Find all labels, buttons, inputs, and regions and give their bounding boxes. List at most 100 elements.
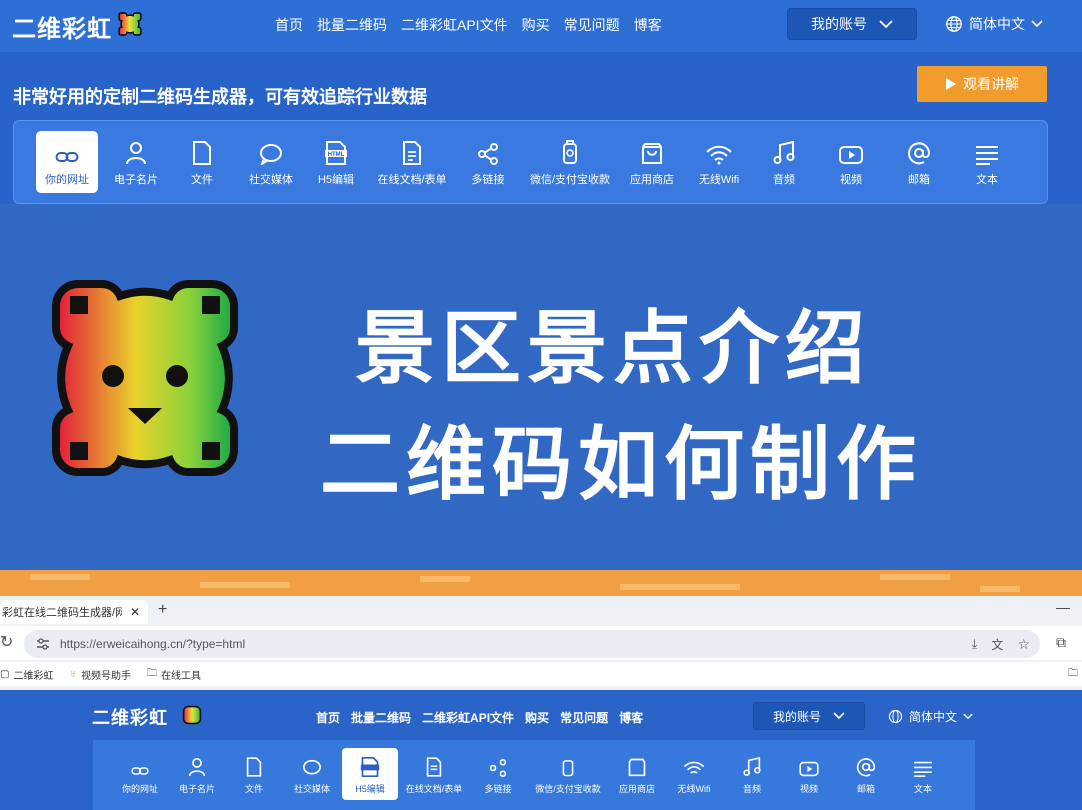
tool-app-store[interactable]: 应用商店 <box>609 748 665 800</box>
band-stripe <box>200 582 290 588</box>
nav-link-batch[interactable]: 批量二维码 <box>317 15 387 35</box>
tool-label: 应用商店 <box>618 784 655 794</box>
svg-text:HTML: HTML <box>328 152 345 158</box>
tool-file[interactable]: 文件 <box>226 748 282 800</box>
tab-title: 彩虹在线二维码生成器/网 <box>2 607 122 619</box>
language-label: 简体中文 <box>909 710 958 724</box>
bookmark-item[interactable]: 🗀 在线工具 <box>147 666 201 683</box>
site-logo-text[interactable]: 二维彩虹 <box>12 9 112 44</box>
language-selector[interactable]: 简体中文 <box>945 14 1043 34</box>
tool-vcard[interactable]: 电子名片 <box>169 748 225 800</box>
tool-social[interactable]: 社交媒体 <box>240 131 302 193</box>
new-tab-icon[interactable]: + <box>158 601 167 619</box>
bookmark-item[interactable]: ♅ 视频号助手 <box>69 667 131 682</box>
close-tab-icon[interactable]: ✕ <box>130 605 140 619</box>
nav-link-home[interactable]: 首页 <box>316 709 340 726</box>
tool-url[interactable]: 你的网址 <box>112 748 168 800</box>
tool-vcard[interactable]: 电子名片 <box>106 131 166 193</box>
music-icon <box>773 141 795 164</box>
tool-online-doc[interactable]: 在线文档/表单 <box>401 748 467 800</box>
tool-url[interactable]: 你的网址 <box>36 131 98 193</box>
nav-link-home[interactable]: 首页 <box>275 15 303 35</box>
nav-link-api[interactable]: 二维彩虹API文件 <box>422 709 514 726</box>
band-stripe <box>620 584 740 590</box>
nav-link-faq[interactable]: 常见问题 <box>564 15 620 35</box>
band-stripe <box>420 576 470 582</box>
link-icon <box>55 152 79 162</box>
nav-link-faq[interactable]: 常见问题 <box>560 709 608 726</box>
tool-email[interactable]: 邮箱 <box>894 131 944 193</box>
tool-wifi[interactable]: 无线Wifi <box>666 748 722 800</box>
bookmark-item[interactable]: ▢ 二维彩虹 <box>0 667 53 682</box>
extensions-icon[interactable]: ⧉ <box>1056 634 1066 651</box>
tool-app-store[interactable]: 应用商店 <box>621 131 683 193</box>
browser-tab[interactable]: 彩虹在线二维码生成器/网 ✕ <box>0 600 148 624</box>
tool-email[interactable]: 邮箱 <box>838 748 894 800</box>
chevron-down-icon <box>963 713 973 720</box>
folder-icon: ▢ <box>0 668 10 680</box>
install-icon[interactable]: ⤓ <box>972 636 978 652</box>
tool-h5[interactable]: H5编辑 <box>342 748 398 800</box>
tool-file[interactable]: 文件 <box>174 131 230 193</box>
reload-icon[interactable]: ↻ <box>0 632 13 652</box>
play-icon <box>946 78 956 90</box>
tool-multi-link[interactable]: 多链接 <box>470 748 526 800</box>
tool-online-doc[interactable]: 在线文档/表单 <box>372 131 452 193</box>
video-cover: 景区景点介绍 二维码如何制作 <box>0 204 1082 570</box>
top-nav: 二维彩虹 首页 批量二维码 二维彩虹API文件 购买 常见问题 博客 我的账号 … <box>0 0 1082 52</box>
tool-label: 社交媒体 <box>249 174 293 186</box>
text-lines-icon <box>976 146 998 165</box>
tool-label: 邮箱 <box>908 174 930 186</box>
site-logo-text[interactable]: 二维彩虹 <box>92 704 168 730</box>
language-selector[interactable]: 简体中文 <box>888 708 973 725</box>
account-button[interactable]: 我的账号 <box>787 8 917 40</box>
tool-label: 应用商店 <box>630 174 674 186</box>
bookmark-item[interactable]: 🗀 <box>1068 666 1078 683</box>
cover-title-line-2: 二维码如何制作 <box>320 420 922 509</box>
nav-link-buy[interactable]: 购买 <box>525 709 549 726</box>
wifi-icon <box>706 145 732 165</box>
tool-audio[interactable]: 音频 <box>759 131 809 193</box>
address-bar[interactable]: https://erweicaihong.cn/?type=html ⤓ 文 ☆ <box>24 630 1040 658</box>
nav-link-api[interactable]: 二维彩虹API文件 <box>401 15 508 35</box>
tool-text[interactable]: 文本 <box>895 748 951 800</box>
tool-label: 文件 <box>191 174 213 186</box>
tool-label: 在线文档/表单 <box>377 174 447 186</box>
chevron-down-icon <box>833 712 845 720</box>
tool-video[interactable]: 视频 <box>781 748 837 800</box>
tool-label: 文本 <box>976 174 998 186</box>
tool-payment[interactable]: 微信/支付宝收款 <box>522 131 618 193</box>
document-icon <box>403 141 421 165</box>
rainbow-bear-logo-icon <box>118 12 142 36</box>
watch-tutorial-button[interactable]: 观看讲解 <box>917 66 1047 102</box>
tool-payment[interactable]: 微信/支付宝收款 <box>529 748 607 800</box>
nav-link-batch[interactable]: 批量二维码 <box>351 709 411 726</box>
tool-audio[interactable]: 音频 <box>724 748 780 800</box>
rainbow-bear-mascot-icon <box>52 280 238 476</box>
tool-label: 文本 <box>913 784 932 794</box>
tool-text[interactable]: 文本 <box>962 131 1012 193</box>
rainbow-bear-logo-icon <box>182 705 202 725</box>
nav-link-buy[interactable]: 购买 <box>522 15 550 35</box>
chat-bubble-icon <box>303 759 321 775</box>
payment-icon <box>562 760 574 777</box>
nav-link-blog[interactable]: 博客 <box>634 15 662 35</box>
tool-label: 在线文档/表单 <box>405 784 463 794</box>
minimize-icon[interactable]: — <box>1056 599 1070 615</box>
account-button[interactable]: 我的账号 <box>753 702 865 730</box>
tool-wifi[interactable]: 无线Wifi <box>689 131 749 193</box>
site-settings-icon[interactable] <box>36 637 50 651</box>
account-label: 我的账号 <box>772 709 821 724</box>
globe-icon <box>946 16 962 32</box>
tool-video[interactable]: 视频 <box>826 131 876 193</box>
url-text: https://erweicaihong.cn/?type=html <box>60 637 246 651</box>
tool-h5[interactable]: HTML H5编辑 <box>308 131 364 193</box>
person-icon <box>188 758 206 777</box>
language-label: 简体中文 <box>969 16 1025 32</box>
tool-label: 社交媒体 <box>293 784 330 794</box>
star-icon[interactable]: ☆ <box>1017 636 1030 653</box>
tool-multi-link[interactable]: 多链接 <box>462 131 514 193</box>
tool-social[interactable]: 社交媒体 <box>284 748 340 800</box>
nav-link-blog[interactable]: 博客 <box>619 709 643 726</box>
translate-icon[interactable]: 文 <box>991 636 1003 653</box>
